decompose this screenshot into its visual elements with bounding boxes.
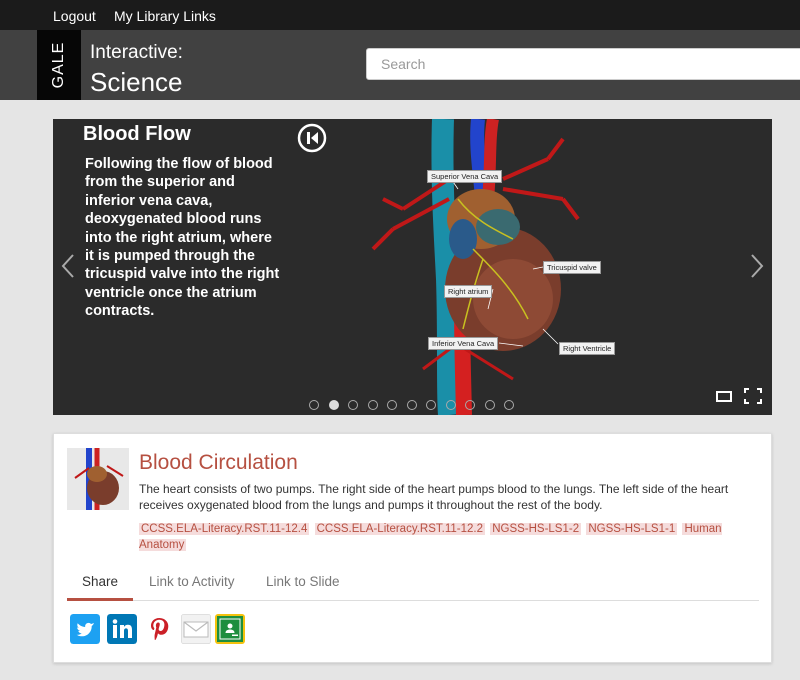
slide-dot[interactable] bbox=[328, 400, 339, 410]
linkedin-icon[interactable] bbox=[107, 614, 137, 644]
callout-tricuspid-valve: Tricuspid valve bbox=[543, 261, 601, 274]
my-library-links-link[interactable]: My Library Links bbox=[114, 8, 216, 24]
slide-dot[interactable] bbox=[406, 400, 417, 410]
standard-tag[interactable]: CCSS.ELA-Literacy.RST.11-12.2 bbox=[314, 523, 485, 535]
heart-illustration: Superior Vena Cava Tricuspid valve Right… bbox=[363, 119, 616, 415]
slide-dot[interactable] bbox=[465, 400, 475, 410]
header: GALE Interactive: Science bbox=[0, 30, 800, 100]
slide-dot[interactable] bbox=[367, 400, 378, 410]
slide-title: Blood Flow bbox=[83, 123, 191, 145]
slide-dot[interactable] bbox=[484, 400, 495, 410]
pause-play-icon[interactable] bbox=[297, 123, 327, 153]
callout-right-ventricle: Right Ventricle bbox=[559, 342, 616, 355]
twitter-icon[interactable] bbox=[70, 614, 100, 644]
pinterest-icon[interactable] bbox=[144, 614, 174, 644]
standard-tag[interactable]: CCSS.ELA-Literacy.RST.11-12.4 bbox=[139, 523, 310, 535]
standard-tag[interactable]: NGSS-HS-LS1-1 bbox=[586, 523, 678, 535]
standards-tags: CCSS.ELA-Literacy.RST.11-12.4 CCSS.ELA-L… bbox=[139, 521, 739, 553]
previous-slide-icon[interactable] bbox=[59, 252, 77, 280]
email-icon[interactable] bbox=[181, 614, 211, 644]
share-tabs: Share Link to Activity Link to Slide bbox=[67, 564, 759, 601]
tab-link-to-slide[interactable]: Link to Slide bbox=[266, 574, 340, 589]
slide-text: Following the flow of blood from the sup… bbox=[85, 156, 280, 320]
slide-dot[interactable] bbox=[445, 400, 456, 410]
slide-dot[interactable] bbox=[387, 400, 397, 410]
product-title-line2: Science bbox=[90, 67, 183, 97]
gale-logo[interactable]: GALE bbox=[37, 30, 81, 100]
minimize-icon[interactable] bbox=[714, 387, 734, 405]
google-classroom-icon[interactable] bbox=[215, 614, 245, 644]
slide-dot[interactable] bbox=[504, 400, 514, 410]
callout-right-atrium: Right atrium bbox=[444, 285, 493, 298]
slide-dot[interactable] bbox=[309, 400, 319, 410]
next-slide-icon[interactable] bbox=[748, 252, 766, 280]
activity-card: Blood Circulation The heart consists of … bbox=[53, 433, 772, 663]
top-bar: Logout My Library Links bbox=[0, 0, 800, 30]
product-title-line1: Interactive: bbox=[90, 42, 183, 63]
activity-thumbnail[interactable] bbox=[67, 448, 129, 510]
active-tab-indicator bbox=[67, 598, 133, 601]
slide-dot[interactable] bbox=[348, 400, 358, 410]
search-input[interactable] bbox=[366, 48, 800, 80]
logout-link[interactable]: Logout bbox=[53, 8, 96, 24]
standard-tag[interactable]: NGSS-HS-LS1-2 bbox=[490, 523, 582, 535]
tab-share[interactable]: Share bbox=[82, 574, 118, 589]
tab-link-to-activity[interactable]: Link to Activity bbox=[149, 574, 235, 589]
slide-dot[interactable] bbox=[426, 400, 436, 410]
fullscreen-icon[interactable] bbox=[743, 387, 763, 405]
activity-title[interactable]: Blood Circulation bbox=[139, 451, 298, 475]
activity-description: The heart consists of two pumps. The rig… bbox=[139, 482, 729, 512]
callout-superior-vena-cava: Superior Vena Cava bbox=[427, 170, 503, 183]
callout-inferior-vena-cava: Inferior Vena Cava bbox=[428, 337, 499, 350]
slideshow: Blood Flow Following the flow of blood f… bbox=[53, 119, 772, 415]
